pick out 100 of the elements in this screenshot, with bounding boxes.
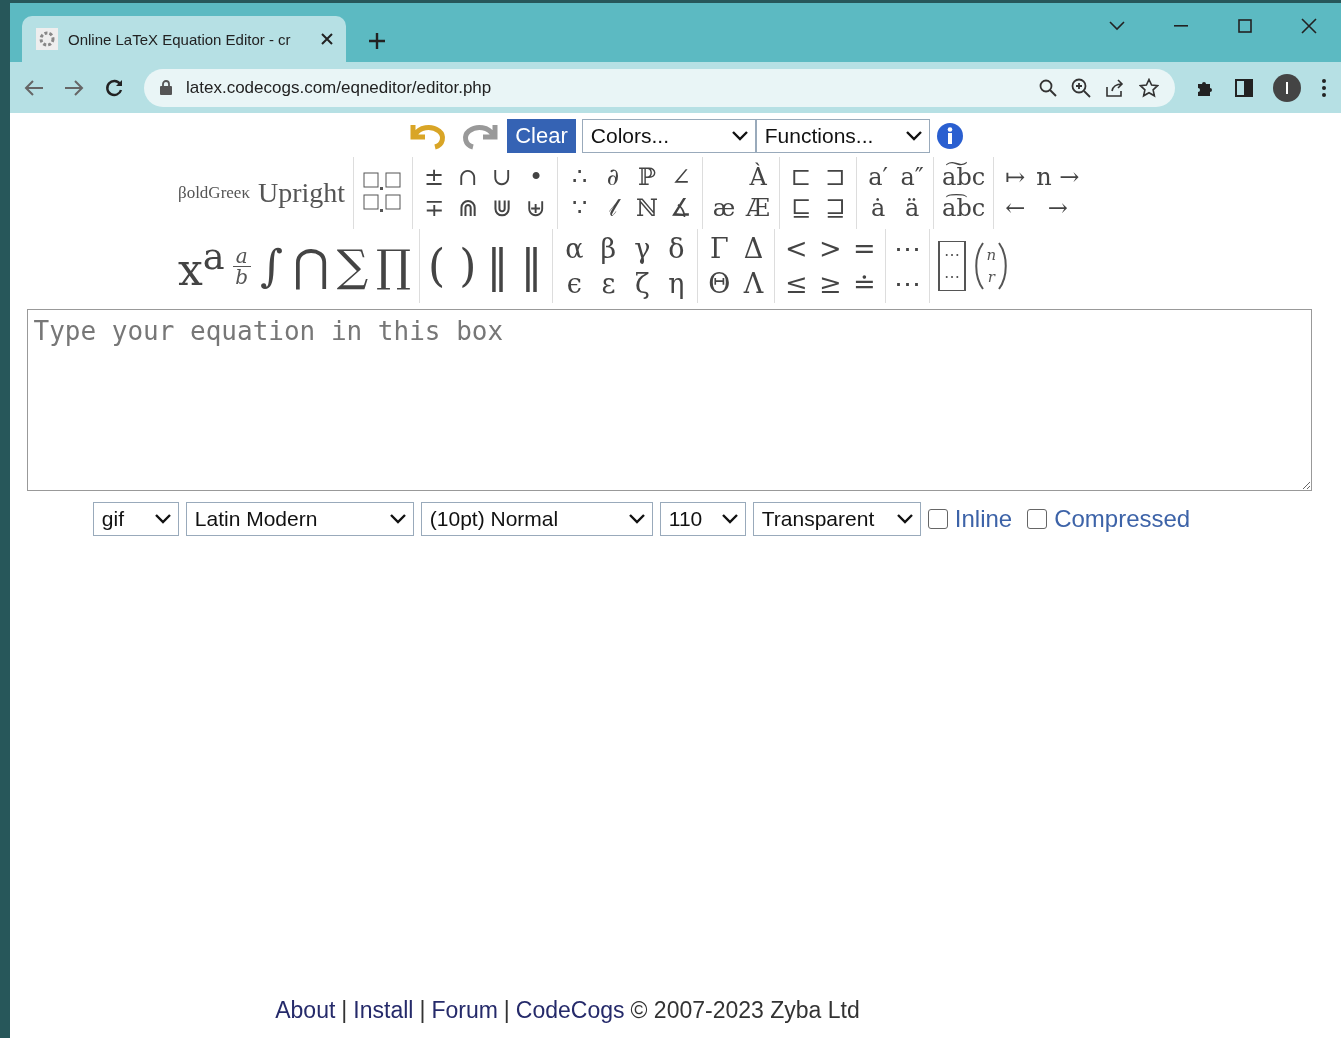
symbol-button[interactable]: 𝓁 [600,193,627,225]
share-icon[interactable] [1105,78,1125,97]
checkbox[interactable] [1027,509,1048,529]
symbol-button[interactable]: ‖ [518,237,545,295]
symbol-button[interactable]: ∓ [421,193,448,225]
symbol-button[interactable]: → [1036,193,1080,225]
reload-icon[interactable] [104,77,124,98]
colors-dropdown[interactable]: Colors... [581,119,756,153]
symbol-button[interactable]: a͡bc [942,193,986,225]
footer-link[interactable]: Forum [431,997,498,1024]
symbol-button[interactable]: ℕ [634,193,661,225]
address-bar[interactable]: latex.codecogs.com/eqneditor/editor.php [144,68,1175,107]
symbol-button[interactable]: ϵ [561,266,588,302]
footer-link[interactable]: CodeCogs [515,997,625,1024]
binomial-button[interactable]: n r [974,241,1009,291]
symbol-button[interactable]: a′ [865,161,892,193]
symbol-button[interactable]: ε [595,266,622,302]
option-dropdown[interactable]: 110 [659,502,746,536]
symbol-button[interactable]: > [817,230,844,266]
symbol-button[interactable]: < [783,230,810,266]
symbol-button[interactable]: ≐ [851,266,878,302]
option-dropdown[interactable]: gif [92,502,179,536]
symbol-button[interactable]: ⋒ [455,193,482,225]
symbol-button[interactable]: ‖ [484,237,511,295]
fraction-button[interactable]: a b [232,245,251,287]
symbol-button[interactable]: n → [1036,161,1080,193]
functions-dropdown[interactable]: Functions... [755,119,930,153]
star-icon[interactable] [1139,77,1159,98]
symbol-button[interactable]: a″ [899,161,926,193]
side-panel-icon[interactable] [1235,78,1253,97]
symbol-button[interactable]: ≥ [817,266,844,302]
symbol-button[interactable]: ℙ [634,161,661,193]
symbol-button[interactable]: Θ [706,266,733,302]
tab-title: Online LaTeX Equation Editor - cr [68,30,292,48]
zoom-icon[interactable] [1071,77,1091,98]
symbol-button[interactable]: Λ [740,266,767,302]
symbol-button[interactable]: α [561,230,588,266]
symbol-button[interactable]: ∫ [258,237,285,295]
symbol-button[interactable]: Δ [740,230,767,266]
back-icon[interactable] [24,78,44,97]
symbol-button[interactable]: η [663,266,690,302]
option-dropdown[interactable]: Latin Modern [185,502,414,536]
symbol-button[interactable]: ∑ [336,237,369,295]
info-icon[interactable] [935,122,964,150]
symbol-button[interactable]: ȧ [865,193,892,225]
option-dropdown[interactable]: Transparent [752,502,921,536]
symbol-button[interactable]: ⊏ [788,161,815,193]
checkbox-label[interactable]: Compressed [1054,505,1191,533]
close-icon[interactable] [320,32,334,46]
symbol-button[interactable]: ⊒ [822,193,849,225]
option-dropdown[interactable]: (10pt) Normal [420,502,653,536]
symbol-button[interactable]: ζ [629,266,656,302]
symbol-button[interactable]: δ [663,230,690,266]
checkbox-label[interactable]: Inline [954,505,1013,533]
symbol-button[interactable]: ∵ [566,193,593,225]
symbol-button[interactable]: = [851,230,878,266]
chevron-icon [388,513,407,525]
equation-input[interactable]: Type your equation in this box [26,309,1312,491]
avatar-icon[interactable] [1273,73,1301,102]
matrix-button[interactable]: ⋯ ⋯ [938,240,967,292]
symbol-button[interactable]: ä [899,193,926,225]
style-button[interactable]: βoldGreeκ [178,183,250,203]
symbol-button[interactable]: Γ [706,230,733,266]
symbol-button[interactable]: ↦ [1002,161,1029,193]
symbol-button[interactable]: ⋂ [292,237,329,295]
symbol-button[interactable]: Æ [745,193,772,225]
symbol-button[interactable]: ⋓ [489,193,516,225]
symbol-button[interactable]: ⋯ [894,266,922,302]
browser-tab[interactable]: Online LaTeX Equation Editor - cr [22,16,346,62]
footer-link[interactable]: Install [353,997,414,1024]
style-button[interactable]: Upright [257,177,346,209]
symbol-button[interactable]: ± [421,161,448,193]
symbol-button[interactable]: ∪ [489,161,516,193]
symbol-button[interactable]: ⋯ [894,230,922,266]
symbol-button[interactable]: ⊐ [822,161,849,193]
symbol-button[interactable]: ( ) [428,237,477,295]
symbol-button[interactable]: ∴ [566,161,593,193]
symbol-button[interactable]: ⊑ [788,193,815,225]
symbol-button[interactable]: a͠bc [942,161,986,193]
symbol-button[interactable]: ∂ [600,161,627,193]
symbol-button[interactable]: ⊎ [523,193,550,225]
new-tab-icon[interactable] [368,32,386,50]
clear-button[interactable]: Clear [507,119,576,153]
symbol-button[interactable]: • [523,161,550,193]
symbol-button[interactable]: À [745,161,772,193]
symbol-button[interactable]: γ [629,230,656,266]
symbol-button[interactable]: æ [711,193,738,225]
symbol-button[interactable]: ∩ [455,161,482,193]
checkbox[interactable] [927,509,948,529]
footer-link[interactable]: About [275,997,336,1024]
symbol-button[interactable]: ← [1002,193,1029,225]
symbol-button[interactable]: ∡ [668,193,695,225]
search-icon[interactable] [1039,78,1057,97]
symbol-button[interactable]: ∏ [376,237,412,295]
forward-icon[interactable] [64,78,84,97]
symbol-button[interactable]: x$^{a}$ [178,233,225,299]
symbol-button[interactable]: ≤ [783,266,810,302]
symbol-button[interactable]: ∠ [668,161,695,193]
symbol-button[interactable]: β [595,230,622,266]
menu-icon[interactable] [1321,77,1327,98]
